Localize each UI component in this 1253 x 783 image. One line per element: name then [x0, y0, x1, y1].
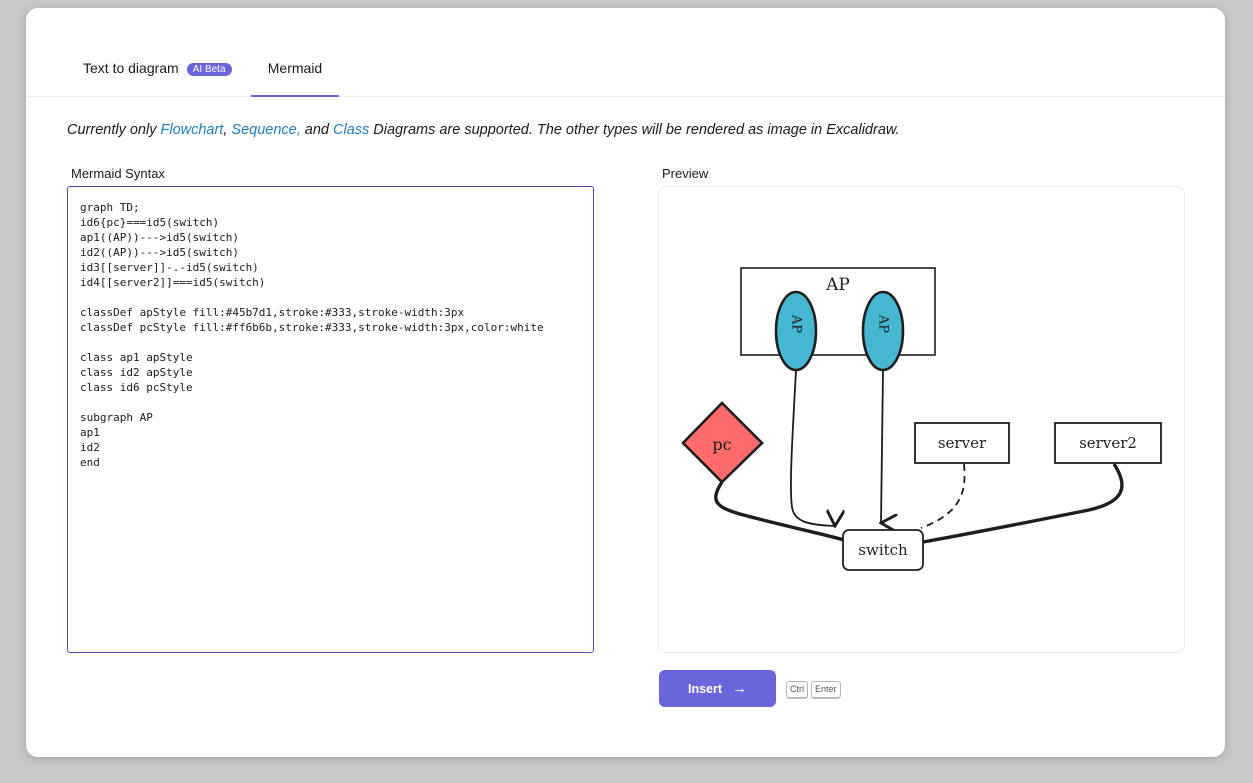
mermaid-code[interactable]: graph TD; id6{pc}===id5(switch) ap1((AP)…	[80, 200, 544, 470]
tab-text-to-diagram-label: Text to diagram	[83, 60, 179, 76]
ctrl-key-hint: Ctrl	[786, 681, 808, 698]
tab-mermaid-label: Mermaid	[267, 60, 323, 76]
edge-server2-switch	[922, 463, 1124, 544]
ap2-label: AP	[876, 314, 891, 333]
note-prefix: Currently only	[67, 122, 161, 138]
insert-button[interactable]: Insert →	[659, 670, 776, 707]
sequence-link[interactable]: Sequence,	[231, 122, 300, 138]
diagram-preview: AP AP AP pc server server2 switch	[658, 186, 1185, 653]
edge-pc-switch	[714, 481, 845, 542]
arrow-right-icon: →	[732, 680, 748, 697]
ap1-label: AP	[789, 314, 804, 333]
pc-label: pc	[712, 435, 731, 454]
edge-server-switch	[920, 463, 966, 529]
server2-label: server2	[1079, 434, 1137, 452]
ai-beta-badge: AI Beta	[186, 63, 232, 76]
switch-label: switch	[858, 541, 908, 559]
edge-ap1-switch	[790, 369, 835, 526]
note-suffix: Diagrams are supported. The other types …	[369, 122, 900, 138]
supported-types-note: Currently only Flowchart, Sequence, and …	[67, 122, 900, 138]
note-and: and	[300, 122, 333, 138]
tab-text-to-diagram[interactable]: Text to diagram AI Beta	[83, 60, 232, 96]
flowchart-link[interactable]: Flowchart	[160, 122, 223, 138]
server-label: server	[938, 434, 987, 452]
enter-key-hint: Enter	[811, 681, 841, 698]
subgraph-ap-label: AP	[825, 275, 850, 295]
edge-ap2-switch	[881, 369, 883, 523]
preview-label: Preview	[662, 166, 709, 181]
tab-mermaid[interactable]: Mermaid	[251, 60, 339, 97]
tab-bar: Text to diagram AI Beta Mermaid	[26, 8, 1225, 97]
mermaid-dialog: Text to diagram AI Beta Mermaid Currently…	[26, 8, 1225, 757]
mermaid-syntax-label: Mermaid Syntax	[71, 166, 165, 181]
preview-diagram: AP AP AP pc server server2 switch	[681, 267, 1162, 571]
mermaid-syntax-textarea[interactable]: graph TD; id6{pc}===id5(switch) ap1((AP)…	[67, 186, 594, 653]
insert-button-label: Insert	[687, 681, 723, 696]
class-link[interactable]: Class	[333, 122, 369, 138]
